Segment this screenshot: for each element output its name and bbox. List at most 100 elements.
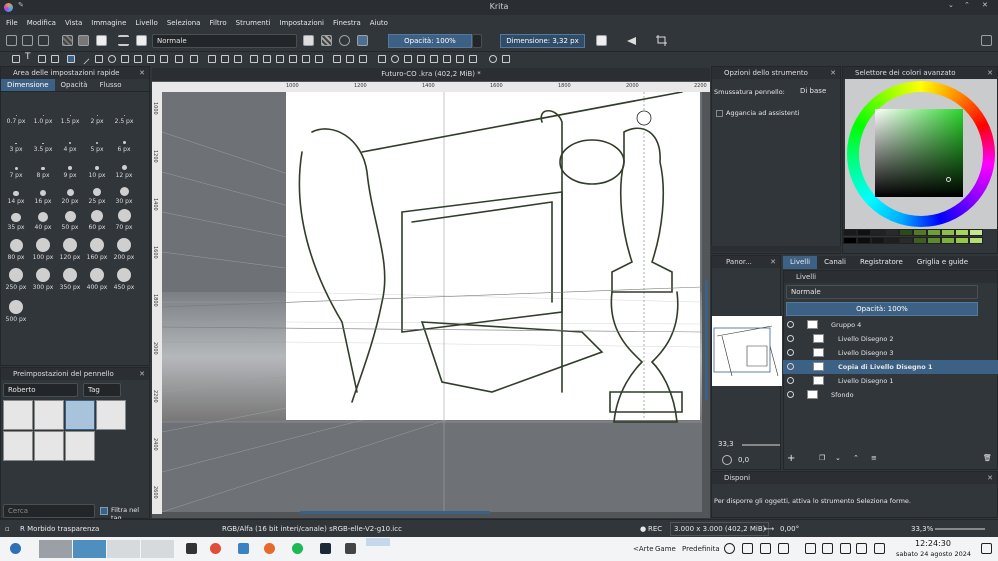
menu-settings[interactable]: Impostazioni — [279, 19, 324, 27]
tab-grid-guides[interactable]: Griglia e guide — [910, 256, 975, 269]
gradient-icon[interactable] — [250, 55, 258, 63]
swatch[interactable] — [885, 229, 899, 236]
new-document-icon[interactable] — [6, 35, 17, 46]
preset-dropdown[interactable]: Roberto — [3, 383, 78, 397]
blend-mode-select[interactable]: Normale — [152, 34, 297, 48]
brush-size-option[interactable]: 250 px — [2, 268, 30, 291]
transform-icon[interactable] — [208, 55, 216, 63]
rectangle-tool-icon[interactable] — [95, 55, 103, 63]
brush-size-option[interactable]: 10 px — [83, 156, 111, 179]
snap-assistant-checkbox[interactable] — [716, 110, 723, 117]
color-cursor[interactable] — [946, 177, 951, 182]
brush-size-option[interactable]: 60 px — [83, 208, 111, 231]
desktop-3[interactable] — [107, 540, 140, 558]
app-icon[interactable] — [345, 543, 356, 554]
brush-size-option[interactable]: 2.5 px — [110, 102, 138, 125]
pressure-icon[interactable] — [357, 35, 368, 46]
text-tool-icon[interactable]: T — [25, 52, 33, 62]
swatch[interactable] — [899, 237, 913, 244]
reload-icon[interactable] — [339, 35, 350, 46]
swatch[interactable] — [969, 237, 983, 244]
volume-tray-icon[interactable] — [856, 543, 867, 554]
move-down-icon[interactable]: ⌄ — [835, 454, 841, 462]
record-indicator[interactable]: ● — [640, 520, 646, 538]
line-tool-icon[interactable] — [78, 53, 90, 65]
mirror-icon[interactable] — [596, 35, 607, 46]
swatch[interactable] — [941, 237, 955, 244]
eye-icon[interactable] — [787, 391, 794, 398]
opacity-slider[interactable]: Opacità: 100% — [388, 34, 472, 48]
swatch[interactable] — [913, 237, 927, 244]
brush-size-option[interactable]: 400 px — [83, 268, 111, 291]
tab-size[interactable]: Dimensione — [1, 79, 55, 91]
swatch[interactable] — [843, 237, 857, 244]
brush-size-option[interactable]: 14 px — [2, 182, 30, 205]
swatch[interactable] — [913, 229, 927, 236]
enclose-fill-icon[interactable] — [315, 55, 323, 63]
steam-icon[interactable] — [320, 543, 331, 554]
layer-row[interactable]: Livello Disegno 1 — [783, 374, 998, 388]
filter-tag-checkbox[interactable] — [100, 507, 108, 515]
layer-blend-select[interactable]: Normale — [786, 285, 978, 299]
zoom-slider[interactable] — [935, 528, 985, 530]
brush-size-option[interactable]: 8 px — [29, 156, 57, 179]
brush-size-option[interactable]: 40 px — [29, 208, 57, 231]
magnetic-select-icon[interactable] — [469, 55, 477, 63]
menu-select[interactable]: Seleziona — [167, 19, 201, 27]
freehand-brush-icon[interactable] — [67, 55, 75, 63]
outline-select-icon[interactable] — [417, 55, 425, 63]
brush-size-option[interactable]: 2 px — [83, 102, 111, 125]
smart-patch-icon[interactable] — [289, 55, 297, 63]
arrow-tray-icon[interactable] — [874, 543, 885, 554]
canvas-hscroll[interactable] — [300, 511, 490, 514]
menu-file[interactable]: File — [6, 19, 18, 27]
polygon-tool-icon[interactable] — [121, 55, 129, 63]
swatch[interactable] — [885, 237, 899, 244]
rotation-field[interactable]: 0,0 — [734, 454, 750, 468]
brush-settings-icon[interactable] — [118, 35, 129, 46]
bezier-select-icon[interactable] — [456, 55, 464, 63]
clock-time[interactable]: 12:24:30 — [915, 539, 951, 548]
close-icon[interactable]: ✕ — [987, 67, 993, 79]
preset-thumb-selected[interactable] — [65, 400, 95, 430]
bg-color-swatch[interactable] — [96, 35, 107, 46]
fedora-launcher-icon[interactable] — [10, 543, 21, 554]
ellipse-select-icon[interactable] — [391, 55, 399, 63]
eye-icon[interactable] — [787, 349, 794, 356]
tab-channels[interactable]: Canali — [817, 256, 853, 269]
chrome-icon[interactable] — [210, 543, 221, 554]
tool-options-scroll[interactable] — [711, 246, 841, 252]
zoom-icon[interactable] — [489, 55, 497, 63]
menu-layer[interactable]: Livello — [135, 19, 157, 27]
polyline-tool-icon[interactable] — [134, 55, 142, 63]
canvas-vscroll[interactable] — [705, 280, 708, 400]
brush-size-option[interactable]: 7 px — [2, 156, 30, 179]
zoom-field[interactable]: 33,3 — [714, 438, 738, 452]
brush-size-option[interactable]: 6 px — [110, 130, 138, 153]
panel-layout-icon[interactable] — [981, 35, 992, 46]
tab-layers[interactable]: Livelli — [783, 256, 818, 269]
contiguous-select-icon[interactable] — [430, 55, 438, 63]
duplicate-layer-icon[interactable]: ❐ — [819, 454, 825, 462]
steam-tray-icon[interactable] — [724, 543, 735, 554]
pattern-icon[interactable] — [62, 35, 73, 46]
preset-search-input[interactable]: Cerca — [3, 504, 95, 518]
add-layer-icon[interactable]: + — [787, 453, 795, 464]
overview-thumbnail[interactable] — [712, 316, 782, 386]
ellipse-tool-icon[interactable] — [108, 55, 116, 63]
brush-size-option[interactable]: 16 px — [29, 182, 57, 205]
show-desktop-icon[interactable] — [981, 543, 992, 554]
swatch[interactable] — [969, 229, 983, 236]
brush-size-option[interactable]: 450 px — [110, 268, 138, 291]
preset-thumb[interactable] — [34, 400, 64, 430]
network-tray-icon[interactable] — [840, 543, 851, 554]
eye-icon[interactable] — [787, 321, 794, 328]
brush-size-option[interactable]: 100 px — [29, 238, 57, 261]
alpha-lock-icon[interactable] — [321, 35, 332, 46]
brush-size-option[interactable]: 5 px — [83, 130, 111, 153]
menu-image[interactable]: Immagine — [91, 19, 126, 27]
media-tray-icon[interactable] — [742, 543, 753, 554]
drawing-canvas[interactable] — [162, 92, 702, 512]
tablet-tray-icon[interactable] — [778, 543, 789, 554]
brush-size-option[interactable]: 30 px — [110, 182, 138, 205]
